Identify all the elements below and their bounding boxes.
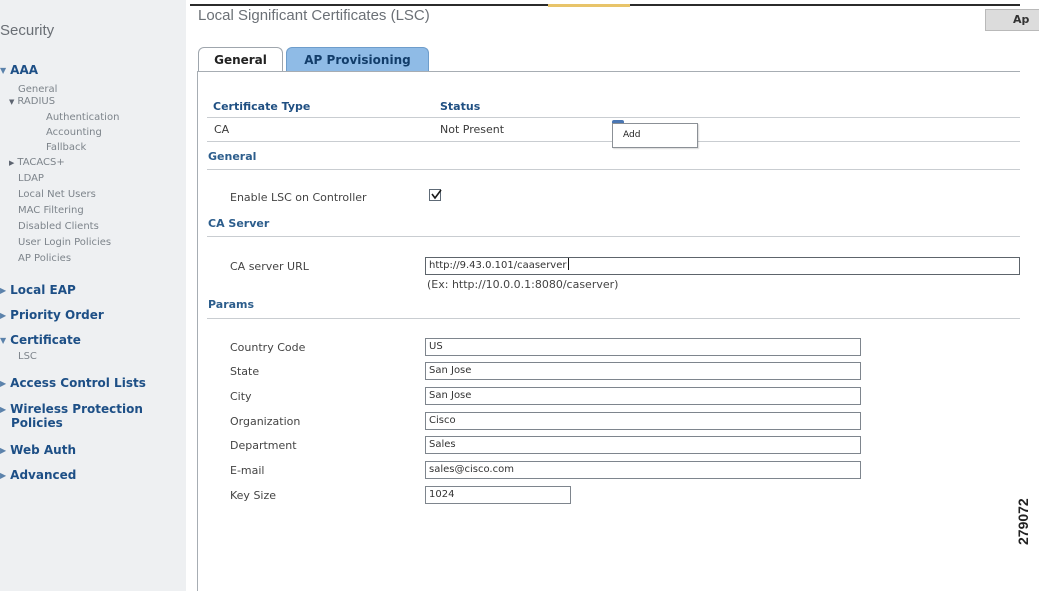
key-size-label: Key Size (230, 489, 277, 502)
sidebar-item-tacacs[interactable]: ▶ TACACS+ (9, 157, 65, 169)
section-divider (207, 236, 1020, 237)
sidebar-item-priority-order[interactable]: ▶ Priority Order (0, 308, 104, 322)
section-ca-server: CA Server (208, 217, 270, 230)
department-input[interactable]: Sales (425, 436, 861, 454)
collapse-arrow-icon: ▶ (0, 405, 7, 414)
collapse-arrow-icon: ▶ (0, 311, 7, 320)
collapse-arrow-icon: ▶ (9, 159, 15, 167)
sidebar-title: Security (0, 22, 55, 39)
email-label: E-mail (230, 464, 265, 477)
figure-id: 279072 (1015, 498, 1031, 545)
col-status: Status (440, 100, 481, 113)
sidebar-item-authentication[interactable]: Authentication (46, 112, 119, 123)
organization-input[interactable]: Cisco (425, 412, 861, 430)
sidebar-item-local-eap[interactable]: ▶ Local EAP (0, 283, 76, 297)
state-label: State (230, 365, 260, 378)
key-size-input[interactable]: 1024 (425, 486, 571, 504)
sidebar-item-lsc[interactable]: LSC (18, 351, 37, 362)
add-certificate-button[interactable]: Add (612, 123, 698, 148)
section-divider (207, 169, 1020, 170)
country-code-input[interactable]: US (425, 338, 861, 356)
sidebar-item-mac-filtering[interactable]: MAC Filtering (18, 205, 84, 216)
enable-lsc-label: Enable LSC on Controller (230, 191, 367, 204)
collapse-arrow-icon: ▶ (0, 286, 7, 295)
organization-label: Organization (230, 415, 301, 428)
cert-type-cell: CA (214, 123, 230, 136)
sidebar-item-radius[interactable]: ▼ RADIUS (9, 96, 55, 108)
sidebar-item-wireless-protection-policies-line2[interactable]: Policies (11, 416, 63, 430)
sidebar-item-disabled-clients[interactable]: Disabled Clients (18, 221, 99, 232)
text-cursor (567, 258, 569, 270)
sidebar-item-local-net-users[interactable]: Local Net Users (18, 189, 96, 200)
sidebar-item-advanced[interactable]: ▶ Advanced (0, 468, 76, 482)
department-label: Department (230, 439, 297, 452)
sidebar-item-ldap[interactable]: LDAP (18, 173, 44, 184)
city-label: City (230, 390, 252, 403)
tab-general[interactable]: General (198, 47, 283, 72)
expand-arrow-icon: ▼ (9, 98, 15, 106)
collapse-arrow-icon: ▶ (0, 379, 7, 388)
section-divider (207, 318, 1020, 319)
sidebar-item-user-login-policies[interactable]: User Login Policies (18, 237, 111, 248)
sidebar-item-certificate[interactable]: ▼ Certificate (0, 333, 81, 347)
sidebar-item-ap-policies[interactable]: AP Policies (18, 253, 71, 264)
expand-arrow-icon: ▼ (0, 66, 7, 75)
sidebar-item-fallback[interactable]: Fallback (46, 142, 86, 153)
expand-arrow-icon: ▼ (0, 336, 7, 345)
email-input[interactable]: sales@cisco.com (425, 461, 861, 479)
tab-divider (198, 71, 1020, 72)
page-title: Local Significant Certificates (LSC) (198, 7, 430, 24)
section-params: Params (208, 298, 255, 311)
collapse-arrow-icon: ▶ (0, 471, 7, 480)
sidebar-item-accounting[interactable]: Accounting (46, 127, 102, 138)
sidebar-item-web-auth[interactable]: ▶ Web Auth (0, 443, 76, 457)
city-input[interactable]: San Jose (425, 387, 861, 405)
state-input[interactable]: San Jose (425, 362, 861, 380)
cert-status-cell: Not Present (440, 123, 505, 136)
ca-server-url-input[interactable]: http://9.43.0.101/caaserver (425, 257, 1020, 275)
sidebar-item-aaa[interactable]: ▼ AAA (0, 63, 38, 77)
header-accent (548, 4, 630, 7)
sidebar-item-wireless-protection-policies[interactable]: ▶ Wireless Protection (0, 402, 143, 416)
col-certificate-type: Certificate Type (213, 100, 311, 113)
content-border (197, 71, 198, 591)
apply-button[interactable]: Ap (985, 9, 1039, 31)
ca-server-url-hint: (Ex: http://10.0.0.1:8080/caserver) (427, 278, 619, 291)
section-general: General (208, 150, 257, 163)
country-code-label: Country Code (230, 341, 306, 354)
ca-server-url-label: CA server URL (230, 260, 309, 273)
collapse-arrow-icon: ▶ (0, 446, 7, 455)
tab-ap-provisioning[interactable]: AP Provisioning (286, 47, 429, 72)
checkmark-icon (431, 189, 442, 200)
table-header-divider (207, 117, 1020, 118)
enable-lsc-checkbox[interactable] (429, 189, 442, 201)
sidebar-item-general[interactable]: General (18, 84, 57, 95)
security-sidebar: Security ▼ AAA General ▼ RADIUS Authentica… (0, 0, 186, 591)
sidebar-item-access-control-lists[interactable]: ▶ Access Control Lists (0, 376, 146, 390)
